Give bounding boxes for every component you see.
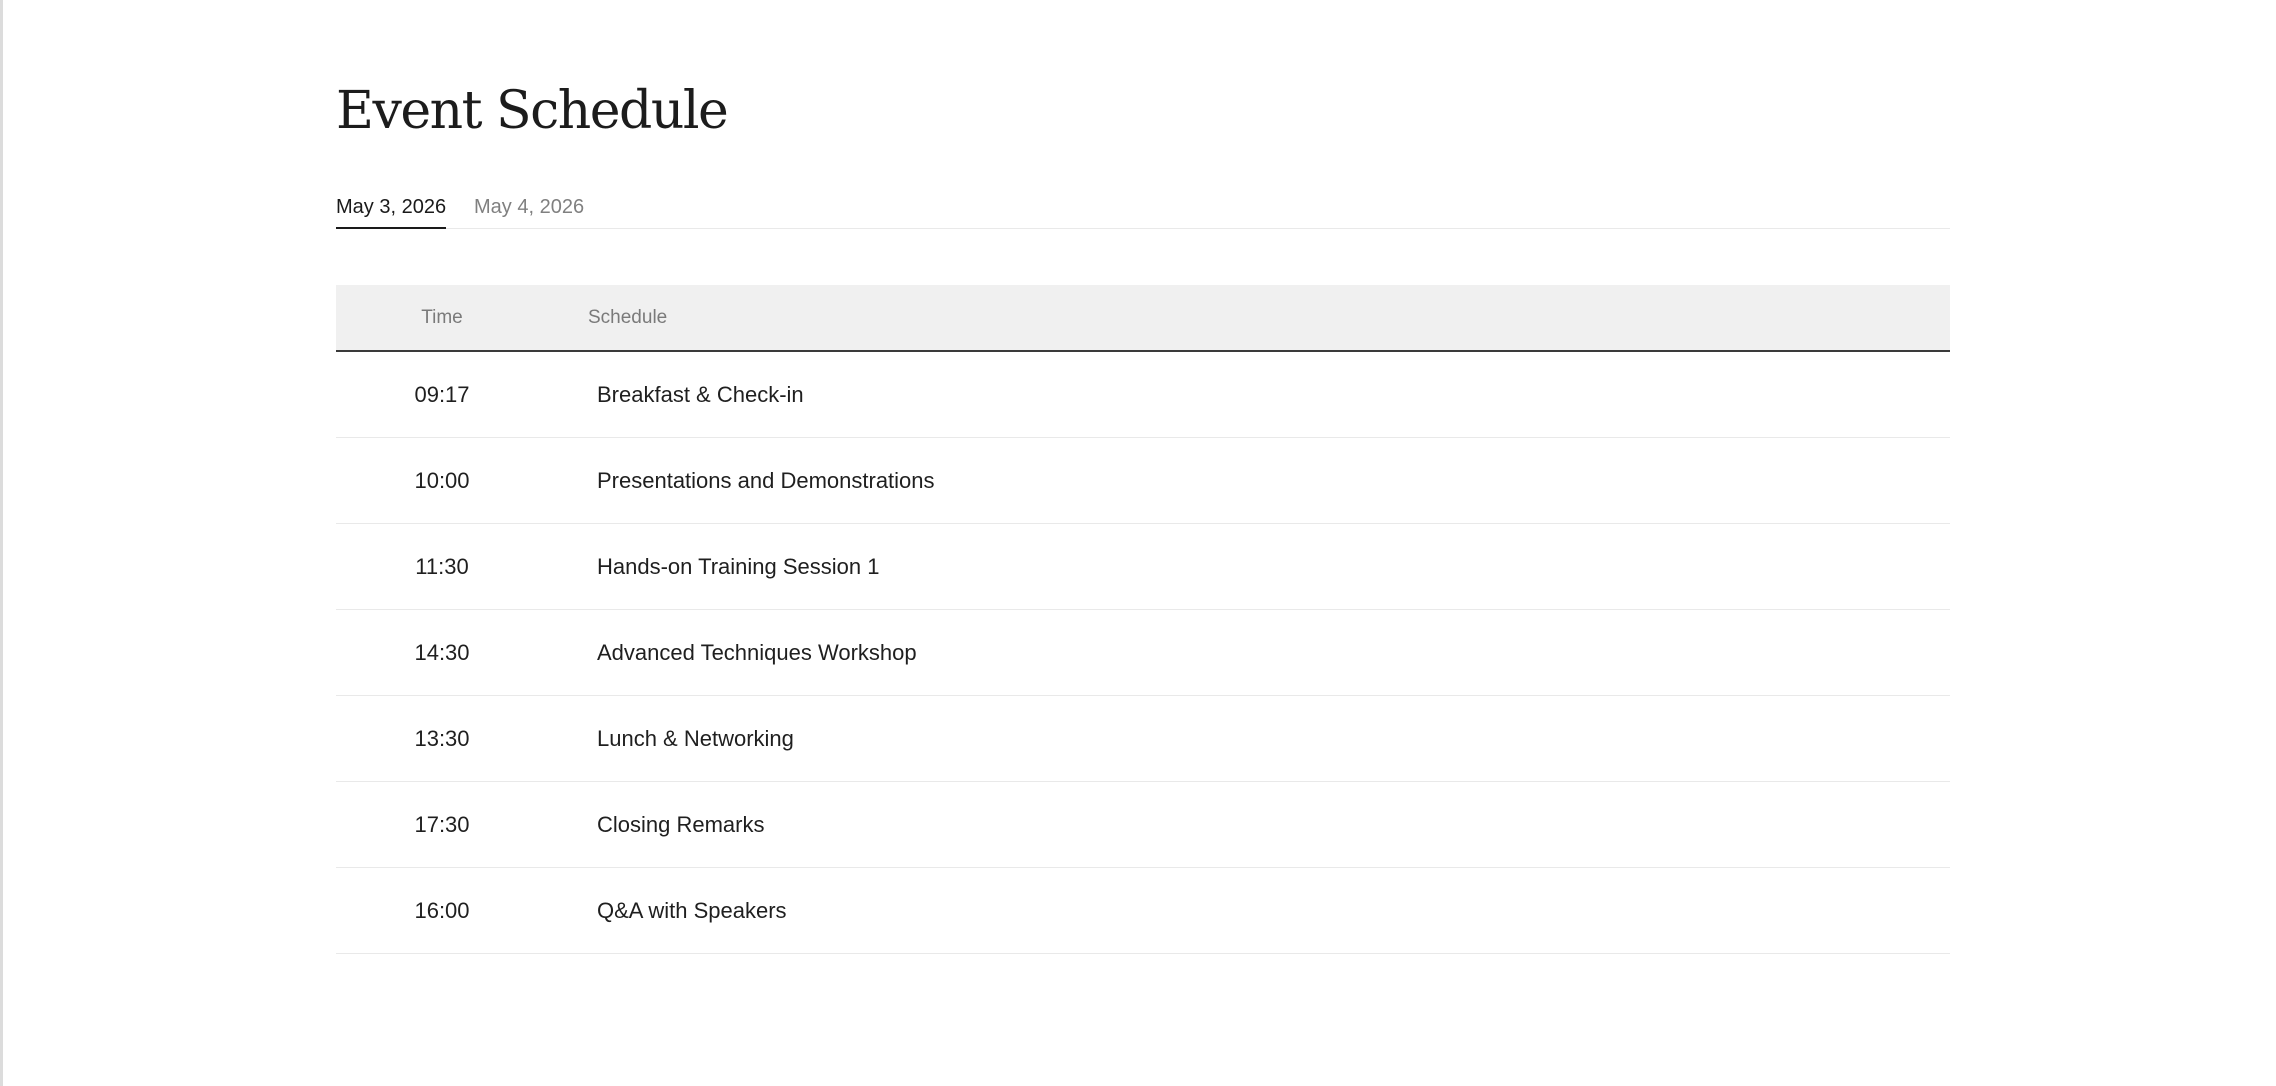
table-row: 17:30 Closing Remarks: [336, 782, 1950, 868]
tab-may-3[interactable]: May 3, 2026: [336, 190, 447, 229]
page-title: Event Schedule: [336, 81, 729, 141]
table-row: 14:30 Advanced Techniques Workshop: [336, 610, 1950, 696]
row-time: 09:17: [414, 382, 470, 407]
column-header-schedule: Schedule: [588, 307, 668, 328]
row-time: 16:00: [414, 898, 470, 923]
row-event: Closing Remarks: [597, 812, 765, 837]
row-time: 14:30: [414, 640, 470, 665]
window-edge: [0, 0, 3, 1086]
schedule-table: Time Schedule 09:17 Breakfast & Check-in…: [336, 285, 1950, 954]
row-time: 11:30: [415, 554, 469, 579]
row-time: 10:00: [414, 468, 470, 493]
row-event: Hands-on Training Session 1: [597, 554, 880, 579]
row-time: 13:30: [414, 726, 470, 751]
table-header: Time Schedule: [336, 285, 1950, 352]
row-event: Q&A with Speakers: [597, 898, 787, 923]
row-event: Presentations and Demonstrations: [597, 468, 935, 493]
table-row: 16:00 Q&A with Speakers: [336, 868, 1950, 954]
table-row: 11:30 Hands-on Training Session 1: [336, 524, 1950, 610]
row-event: Lunch & Networking: [597, 726, 794, 751]
row-event: Breakfast & Check-in: [597, 382, 804, 407]
tab-may-4[interactable]: May 4, 2026: [474, 190, 584, 228]
date-tabs: May 3, 2026 May 4, 2026: [336, 190, 1950, 229]
table-row: 10:00 Presentations and Demonstrations: [336, 438, 1950, 524]
table-row: 13:30 Lunch & Networking: [336, 696, 1950, 782]
row-event: Advanced Techniques Workshop: [597, 640, 917, 665]
table-row: 09:17 Breakfast & Check-in: [336, 352, 1950, 438]
column-header-time: Time: [421, 307, 463, 328]
row-time: 17:30: [414, 812, 470, 837]
